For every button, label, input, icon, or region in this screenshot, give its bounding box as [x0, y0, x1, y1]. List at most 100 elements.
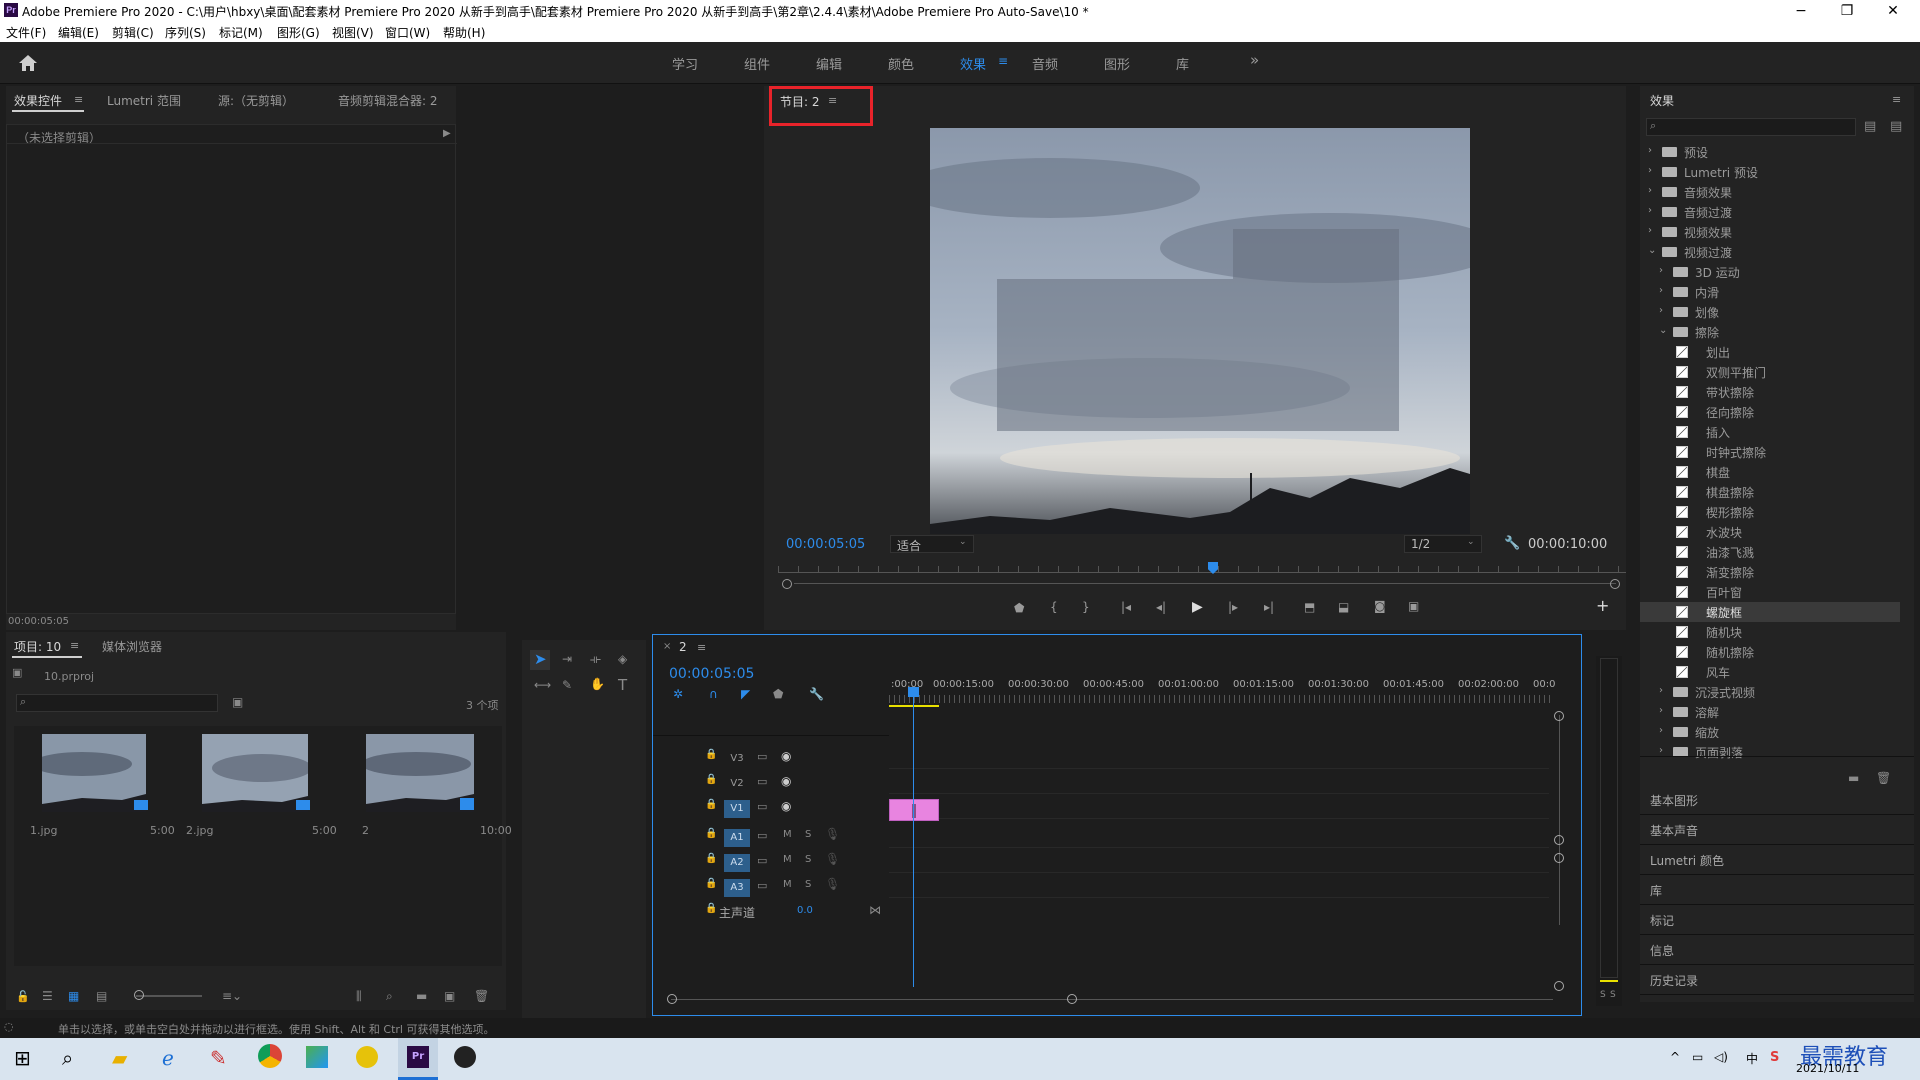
track-lane-v3[interactable]: [889, 745, 1549, 769]
lock-icon[interactable]: 🔒: [705, 878, 717, 889]
panel-section[interactable]: 库: [1640, 876, 1914, 905]
track-label[interactable]: V3: [724, 750, 750, 768]
effect-item[interactable]: 径向擦除: [1640, 402, 1900, 422]
solo-button[interactable]: S: [805, 829, 811, 840]
effect-item[interactable]: 带状擦除: [1640, 382, 1900, 402]
go-to-in-icon[interactable]: |◂: [1121, 600, 1131, 614]
sync-lock-icon[interactable]: ▭: [757, 775, 767, 788]
ripple-edit-tool-icon[interactable]: ⟛: [590, 652, 601, 667]
pen-tool-icon[interactable]: ✎: [562, 678, 572, 692]
list-view-icon[interactable]: ☰: [42, 989, 53, 1003]
scroll-handle[interactable]: [1554, 835, 1564, 845]
timeline-settings-icon[interactable]: 🔧: [809, 687, 824, 701]
timeline-clip[interactable]: [889, 799, 939, 821]
fit-dropdown[interactable]: 适合 ⌄: [890, 535, 974, 553]
effects-search-input[interactable]: ⌕: [1646, 118, 1856, 136]
scroll-handle[interactable]: [1554, 853, 1564, 863]
snap-icon[interactable]: ∩: [709, 687, 718, 701]
chevron-right-icon[interactable]: ›: [1648, 165, 1652, 176]
add-button-icon[interactable]: +: [1596, 596, 1609, 615]
master-volume-value[interactable]: 0.0: [797, 905, 813, 916]
program-time-ruler[interactable]: [778, 562, 1626, 574]
app-icon[interactable]: [356, 1046, 378, 1068]
razor-tool-icon[interactable]: ◈: [618, 652, 627, 666]
step-forward-icon[interactable]: |▸: [1228, 600, 1238, 614]
effect-item[interactable]: 百叶窗: [1640, 582, 1900, 602]
timeline-ruler[interactable]: :00:00 00:00:15:00 00:00:30:00 00:00:45:…: [889, 679, 1555, 709]
lock-icon[interactable]: 🔒: [705, 799, 717, 810]
menu-file[interactable]: 文件(F): [6, 24, 46, 41]
effect-item[interactable]: 插入: [1640, 422, 1900, 442]
effect-folder[interactable]: › 音频效果: [1640, 182, 1900, 202]
file-explorer-icon[interactable]: ▰: [112, 1046, 127, 1070]
track-lane-v2[interactable]: [889, 770, 1549, 794]
chevron-right-icon[interactable]: ›: [1648, 205, 1652, 216]
effect-folder[interactable]: ⌄ 视频过渡: [1640, 242, 1900, 262]
meter-solo-left[interactable]: S: [1600, 990, 1606, 1000]
chevron-right-icon[interactable]: ›: [1659, 305, 1663, 316]
sync-lock-icon[interactable]: ▭: [757, 829, 767, 842]
tab-effect-controls[interactable]: 效果控件: [14, 92, 62, 109]
effect-folder[interactable]: › 预设: [1640, 142, 1900, 162]
timeline-menu-icon[interactable]: ≡: [697, 641, 706, 654]
eye-icon[interactable]: ◉: [781, 799, 791, 813]
mark-in-icon[interactable]: {: [1050, 600, 1058, 614]
windows-start-icon[interactable]: ⊞: [14, 1046, 31, 1070]
track-label[interactable]: A1: [724, 829, 750, 847]
new-bin-icon[interactable]: ▬: [416, 989, 427, 1003]
effect-folder[interactable]: › Lumetri 预设: [1640, 162, 1900, 182]
panel-section[interactable]: 历史记录: [1640, 966, 1914, 995]
linked-selection-icon[interactable]: ◤: [741, 687, 750, 701]
panel-section[interactable]: 基本图形: [1640, 786, 1914, 815]
project-item[interactable]: 1.jpg 5:00: [14, 726, 175, 846]
effect-item[interactable]: 油漆飞溅: [1640, 542, 1900, 562]
home-icon[interactable]: [18, 54, 38, 72]
chevron-right-icon[interactable]: ›: [1659, 745, 1663, 756]
meter-solo-right[interactable]: S: [1610, 990, 1616, 1000]
chevron-right-icon[interactable]: ›: [1659, 725, 1663, 736]
menu-view[interactable]: 视图(V): [332, 24, 374, 41]
type-tool-icon[interactable]: T: [618, 676, 627, 694]
effect-folder[interactable]: › 视频效果: [1640, 222, 1900, 242]
find-icon[interactable]: ▣: [232, 695, 243, 709]
microphone-icon[interactable]: 🎙: [825, 852, 840, 866]
menu-sequence[interactable]: 序列(S): [165, 24, 206, 41]
lift-icon[interactable]: ⬒: [1304, 600, 1315, 614]
yuv-effects-icon[interactable]: ▤: [1890, 119, 1902, 134]
panel-section[interactable]: 信息: [1640, 936, 1914, 965]
horizontal-scrollbar[interactable]: [671, 999, 1553, 1000]
more-workspaces-button[interactable]: »: [1250, 51, 1259, 69]
zoom-handle-left[interactable]: [782, 579, 792, 589]
chevron-down-icon[interactable]: ⌄: [1648, 245, 1656, 256]
find-icon[interactable]: ⌕: [386, 989, 393, 1004]
menu-window[interactable]: 窗口(W): [385, 24, 430, 41]
menu-clip[interactable]: 剪辑(C): [112, 24, 154, 41]
track-label[interactable]: V2: [724, 775, 750, 793]
tab-media-browser[interactable]: 媒体浏览器: [102, 638, 162, 655]
workspace-effects[interactable]: 效果: [960, 54, 986, 73]
icon-view-icon[interactable]: ▦: [68, 989, 79, 1003]
lock-icon[interactable]: 🔒: [705, 853, 717, 864]
project-menu-icon[interactable]: ≡: [70, 639, 79, 652]
chrome-icon[interactable]: [258, 1044, 282, 1068]
add-marker-icon[interactable]: ⬟: [1014, 601, 1024, 615]
sogou-icon[interactable]: S: [1770, 1050, 1779, 1065]
microphone-icon[interactable]: 🎙: [825, 877, 840, 891]
paint-icon[interactable]: ✎: [210, 1046, 227, 1070]
timeline-playhead[interactable]: [913, 687, 914, 987]
program-current-timecode[interactable]: 00:00:05:05: [786, 537, 865, 552]
scroll-handle[interactable]: [1067, 994, 1077, 1004]
sync-lock-icon[interactable]: ▭: [757, 750, 767, 763]
lock-icon[interactable]: 🔒: [705, 749, 717, 760]
effect-item[interactable]: 螺旋框: [1640, 602, 1900, 622]
workspace-libraries[interactable]: 库: [1176, 54, 1189, 73]
effect-folder[interactable]: › 3D 运动: [1640, 262, 1900, 282]
track-lane-a2[interactable]: [889, 849, 1549, 873]
effect-folder[interactable]: › 音频过渡: [1640, 202, 1900, 222]
menu-help[interactable]: 帮助(H): [443, 24, 485, 41]
track-label[interactable]: V1: [724, 800, 750, 818]
panel-menu-icon[interactable]: ≡: [74, 93, 83, 106]
premiere-taskbar-item[interactable]: Pr: [398, 1038, 438, 1080]
project-item[interactable]: 2 10:00: [338, 726, 512, 846]
chevron-down-icon[interactable]: ⌄: [1659, 325, 1667, 336]
